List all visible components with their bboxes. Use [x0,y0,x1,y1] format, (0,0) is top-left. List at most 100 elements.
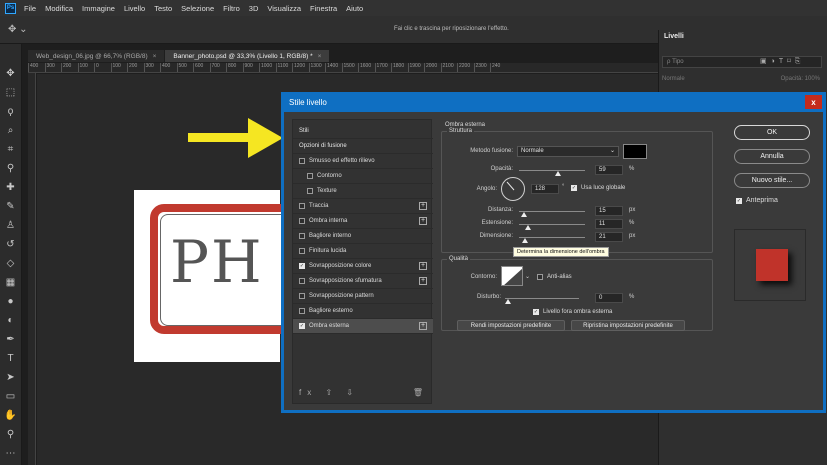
style-item[interactable]: Bagliore esterno [293,304,433,319]
menu-testo[interactable]: Testo [154,4,172,13]
style-item[interactable]: Texture [293,184,433,199]
marquee-icon[interactable]: ⬚ [3,83,19,102]
checkbox-empty-icon[interactable] [299,233,305,239]
close-icon[interactable]: × [318,53,322,60]
new-style-button[interactable]: Nuovo stile... [734,173,810,188]
checkbox-checked-icon[interactable]: ✓ [299,323,305,329]
antialias-checkbox[interactable]: Anti-alias [537,274,572,280]
opacity-slider-thumb[interactable] [554,171,561,176]
checkbox-empty-icon[interactable] [307,173,313,179]
checkbox-empty-icon[interactable] [299,248,305,254]
preview-checkbox[interactable]: ✓ Anteprima [736,197,778,204]
pen-icon[interactable]: ✒ [3,330,19,349]
healing-icon[interactable]: ✚ [3,178,19,197]
spread-input[interactable]: 11 [595,219,623,229]
checkbox-empty-icon[interactable] [299,218,305,224]
cancel-button[interactable]: Annulla [734,149,810,164]
noise-input[interactable]: 0 [595,293,623,303]
lasso-icon[interactable]: ϙ [3,102,19,121]
style-item[interactable]: Bagliore interno [293,229,433,244]
history-brush-icon[interactable]: ↺ [3,235,19,254]
menu-selezione[interactable]: Selezione [181,4,214,13]
style-item[interactable]: Finitura lucida [293,244,433,259]
checkbox-empty-icon[interactable] [307,188,313,194]
global-light-checkbox[interactable]: ✓ Usa luce globale [571,185,625,191]
add-icon[interactable]: + [419,322,427,330]
checkbox-empty-icon[interactable] [299,203,305,209]
reset-default-button[interactable]: Ripristina impostazioni predefinite [571,320,685,331]
style-item[interactable]: Traccia + [293,199,433,214]
opacity-slider[interactable] [519,170,585,171]
spread-slider-thumb[interactable] [525,225,531,230]
style-item[interactable]: Smusso ed effetto rilievo [293,154,433,169]
tab-web-design[interactable]: Web_design_06.jpg @ 66,7% (RGB/8) × [28,50,165,62]
menu-immagine[interactable]: Immagine [82,4,115,13]
tab-banner-photo[interactable]: Banner_photo.psd @ 33,3% (Livello 1, RGB… [165,50,330,62]
blur-icon[interactable]: ● [3,292,19,311]
add-icon[interactable]: + [419,262,427,270]
chevron-down-icon[interactable]: ⌄ [525,273,530,280]
size-input[interactable]: 21 [595,232,623,242]
checkbox-empty-icon[interactable] [299,308,305,314]
layer-opacity[interactable]: Opacità: 100% [781,76,820,82]
stamp-icon[interactable]: ♙ [3,216,19,235]
opacity-input[interactable]: 59 [595,165,623,175]
size-slider[interactable] [519,237,585,238]
checkbox-empty-icon[interactable] [299,293,305,299]
menu-aiuto[interactable]: Aiuto [346,4,363,13]
tab-livelli[interactable]: Livelli [664,33,684,40]
dodge-icon[interactable]: ◐ [3,311,19,330]
style-item[interactable]: Sovrapposizione pattern [293,289,433,304]
brush-icon[interactable]: ✎ [3,197,19,216]
menu-3d[interactable]: 3D [249,4,259,13]
style-item[interactable]: Contorno [293,169,433,184]
quick-select-icon[interactable]: ⌕ [3,121,19,140]
menu-visualizza[interactable]: Visualizza [267,4,301,13]
style-item[interactable]: ✓ Ombra esterna + [293,319,433,334]
trash-icon[interactable]: 🗑 [413,388,423,397]
noise-slider-thumb[interactable] [505,299,511,304]
style-item[interactable]: Opzioni di fusione [293,139,433,154]
menu-filtro[interactable]: Filtro [223,4,240,13]
layer-filter-icons[interactable]: ▣◑T⌑⎘ [760,57,804,66]
add-icon[interactable]: + [419,217,427,225]
type-icon[interactable]: T [3,349,19,368]
shape-icon[interactable]: ▭ [3,387,19,406]
move-icon[interactable]: ✥ [3,64,19,83]
knockout-checkbox[interactable]: ✓ Livello fora ombra esterna [533,309,612,315]
shadow-color-swatch[interactable] [623,144,647,159]
distance-input[interactable]: 15 [595,206,623,216]
menu-file[interactable]: File [24,4,36,13]
eraser-icon[interactable]: ◇ [3,254,19,273]
menu-livello[interactable]: Livello [124,4,145,13]
size-slider-thumb[interactable] [522,238,528,243]
fx-icons[interactable]: fx ⇧ ⇩ [299,388,359,397]
distance-slider[interactable] [519,211,585,212]
checkbox-checked-icon[interactable]: ✓ [299,263,305,269]
menu-finestra[interactable]: Finestra [310,4,337,13]
contour-picker[interactable] [501,266,523,286]
style-item[interactable]: Stili [293,124,433,139]
zoom-icon[interactable]: ⚲ [3,425,19,444]
style-item[interactable]: Ombra interna + [293,214,433,229]
crop-icon[interactable]: ⌗ [3,140,19,159]
add-icon[interactable]: + [419,202,427,210]
checkbox-empty-icon[interactable] [299,278,305,284]
blend-mode-select[interactable]: Normale ⌄ [517,146,619,157]
dialog-close-button[interactable]: x [805,95,822,109]
distance-slider-thumb[interactable] [521,212,527,217]
ok-button[interactable]: OK [734,125,810,140]
make-default-button[interactable]: Rendi impostazioni predefinite [457,320,565,331]
path-select-icon[interactable]: ➤ [3,368,19,387]
hand-icon[interactable]: ✋ [3,406,19,425]
eyedropper-icon[interactable]: ⚲ [3,159,19,178]
gradient-icon[interactable]: ▦ [3,273,19,292]
style-item[interactable]: Sovrapposizione sfumatura + [293,274,433,289]
close-icon[interactable]: × [153,53,157,60]
angle-dial[interactable] [501,177,525,201]
layer-blend-mode[interactable]: Normale [662,76,685,82]
checkbox-empty-icon[interactable] [299,158,305,164]
add-icon[interactable]: + [419,277,427,285]
menu-modifica[interactable]: Modifica [45,4,73,13]
move-tool-icon[interactable]: ✥ ⌄ [8,24,28,35]
